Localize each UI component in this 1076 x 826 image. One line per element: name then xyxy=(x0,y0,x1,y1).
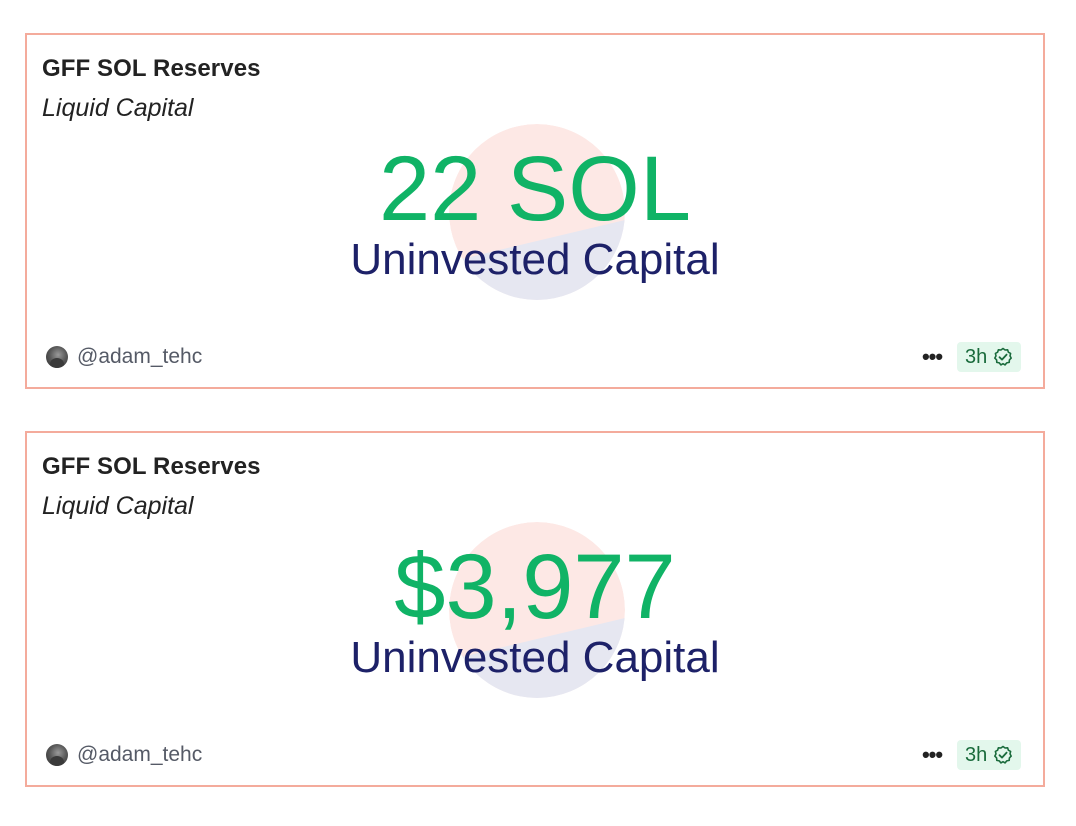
verified-check-icon xyxy=(994,745,1013,764)
card-subtitle: Liquid Capital xyxy=(42,492,194,520)
metric-caption: Uninvested Capital xyxy=(350,235,720,284)
metric-value: 22 SOL xyxy=(379,138,691,240)
time-label: 3h xyxy=(965,743,988,766)
author-handle[interactable]: @adam_tehc xyxy=(77,345,202,369)
verified-check-icon xyxy=(994,347,1013,366)
metric-caption: Uninvested Capital xyxy=(350,633,720,682)
more-options-button[interactable]: ••• xyxy=(919,741,945,769)
metric-card[interactable]: GFF SOL Reserves Liquid Capital 22 SOL U… xyxy=(25,33,1045,389)
author[interactable]: @adam_tehc xyxy=(46,343,202,371)
metric-value: $3,977 xyxy=(394,536,676,638)
author[interactable]: @adam_tehc xyxy=(46,741,202,769)
card-title: GFF SOL Reserves xyxy=(42,55,261,82)
card-title: GFF SOL Reserves xyxy=(42,453,261,480)
author-handle[interactable]: @adam_tehc xyxy=(77,743,202,767)
metric-card[interactable]: GFF SOL Reserves Liquid Capital $3,977 U… xyxy=(25,431,1045,787)
avatar[interactable] xyxy=(46,346,68,368)
more-options-button[interactable]: ••• xyxy=(919,343,945,371)
card-subtitle: Liquid Capital xyxy=(42,94,194,122)
avatar[interactable] xyxy=(46,744,68,766)
time-badge[interactable]: 3h xyxy=(957,342,1022,372)
time-label: 3h xyxy=(965,345,988,368)
time-badge[interactable]: 3h xyxy=(957,740,1022,770)
